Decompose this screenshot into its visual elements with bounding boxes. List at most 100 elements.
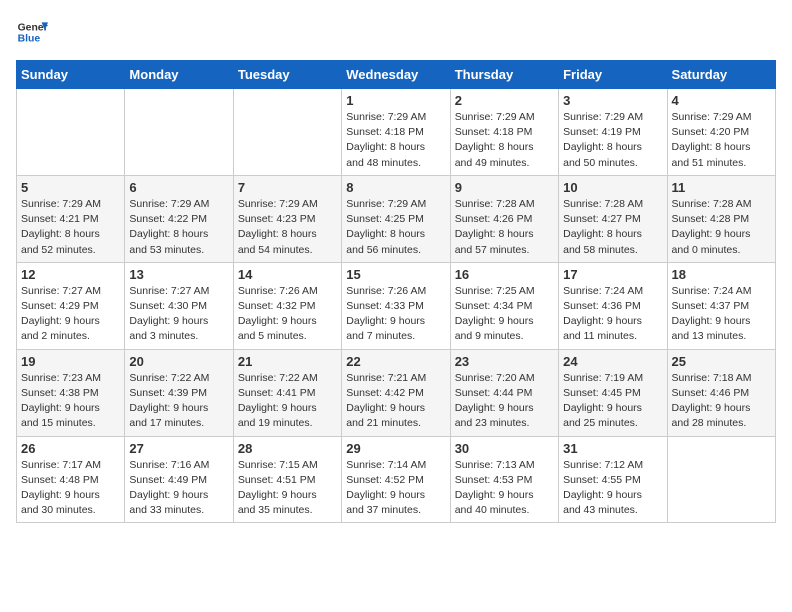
- calendar-cell: 31 Sunrise: 7:12 AM Sunset: 4:55 PM Dayli…: [559, 436, 667, 523]
- day-info: Sunrise: 7:28 AM Sunset: 4:26 PM Dayligh…: [455, 197, 554, 258]
- day-info: Sunrise: 7:23 AM Sunset: 4:38 PM Dayligh…: [21, 371, 120, 432]
- day-number: 16: [455, 267, 554, 282]
- day-number: 14: [238, 267, 337, 282]
- logo: General Blue: [16, 16, 48, 48]
- calendar-cell: 7 Sunrise: 7:29 AM Sunset: 4:23 PM Daylig…: [233, 175, 341, 262]
- weekday-header-thursday: Thursday: [450, 61, 558, 89]
- day-number: 24: [563, 354, 662, 369]
- day-info: Sunrise: 7:28 AM Sunset: 4:27 PM Dayligh…: [563, 197, 662, 258]
- logo-icon: General Blue: [16, 16, 48, 48]
- day-number: 8: [346, 180, 445, 195]
- page-header: General Blue: [16, 16, 776, 48]
- calendar-cell: 5 Sunrise: 7:29 AM Sunset: 4:21 PM Daylig…: [17, 175, 125, 262]
- day-number: 13: [129, 267, 228, 282]
- calendar-cell: 26 Sunrise: 7:17 AM Sunset: 4:48 PM Dayli…: [17, 436, 125, 523]
- day-number: 2: [455, 93, 554, 108]
- day-number: 11: [672, 180, 771, 195]
- calendar-cell: 22 Sunrise: 7:21 AM Sunset: 4:42 PM Dayli…: [342, 349, 450, 436]
- day-number: 6: [129, 180, 228, 195]
- calendar-cell: 2 Sunrise: 7:29 AM Sunset: 4:18 PM Daylig…: [450, 89, 558, 176]
- day-number: 25: [672, 354, 771, 369]
- day-info: Sunrise: 7:29 AM Sunset: 4:23 PM Dayligh…: [238, 197, 337, 258]
- day-number: 22: [346, 354, 445, 369]
- day-info: Sunrise: 7:27 AM Sunset: 4:30 PM Dayligh…: [129, 284, 228, 345]
- day-number: 19: [21, 354, 120, 369]
- day-info: Sunrise: 7:25 AM Sunset: 4:34 PM Dayligh…: [455, 284, 554, 345]
- weekday-header-wednesday: Wednesday: [342, 61, 450, 89]
- calendar-cell: 16 Sunrise: 7:25 AM Sunset: 4:34 PM Dayli…: [450, 262, 558, 349]
- day-info: Sunrise: 7:29 AM Sunset: 4:19 PM Dayligh…: [563, 110, 662, 171]
- calendar-cell: [17, 89, 125, 176]
- day-info: Sunrise: 7:29 AM Sunset: 4:25 PM Dayligh…: [346, 197, 445, 258]
- weekday-header-tuesday: Tuesday: [233, 61, 341, 89]
- day-number: 31: [563, 441, 662, 456]
- day-number: 28: [238, 441, 337, 456]
- day-info: Sunrise: 7:14 AM Sunset: 4:52 PM Dayligh…: [346, 458, 445, 519]
- day-info: Sunrise: 7:22 AM Sunset: 4:41 PM Dayligh…: [238, 371, 337, 432]
- svg-text:Blue: Blue: [18, 34, 41, 45]
- weekday-header-friday: Friday: [559, 61, 667, 89]
- calendar-cell: 19 Sunrise: 7:23 AM Sunset: 4:38 PM Dayli…: [17, 349, 125, 436]
- weekday-header-monday: Monday: [125, 61, 233, 89]
- day-number: 12: [21, 267, 120, 282]
- day-info: Sunrise: 7:15 AM Sunset: 4:51 PM Dayligh…: [238, 458, 337, 519]
- day-info: Sunrise: 7:18 AM Sunset: 4:46 PM Dayligh…: [672, 371, 771, 432]
- weekday-header-sunday: Sunday: [17, 61, 125, 89]
- calendar-table: SundayMondayTuesdayWednesdayThursdayFrid…: [16, 60, 776, 523]
- calendar-cell: [667, 436, 775, 523]
- day-info: Sunrise: 7:28 AM Sunset: 4:28 PM Dayligh…: [672, 197, 771, 258]
- day-info: Sunrise: 7:24 AM Sunset: 4:36 PM Dayligh…: [563, 284, 662, 345]
- day-info: Sunrise: 7:29 AM Sunset: 4:22 PM Dayligh…: [129, 197, 228, 258]
- calendar-cell: 28 Sunrise: 7:15 AM Sunset: 4:51 PM Dayli…: [233, 436, 341, 523]
- calendar-cell: 25 Sunrise: 7:18 AM Sunset: 4:46 PM Dayli…: [667, 349, 775, 436]
- day-info: Sunrise: 7:29 AM Sunset: 4:21 PM Dayligh…: [21, 197, 120, 258]
- day-number: 1: [346, 93, 445, 108]
- day-number: 21: [238, 354, 337, 369]
- day-info: Sunrise: 7:21 AM Sunset: 4:42 PM Dayligh…: [346, 371, 445, 432]
- day-number: 20: [129, 354, 228, 369]
- calendar-cell: 3Sunrise: 7:29 AM Sunset: 4:19 PM Daylig…: [559, 89, 667, 176]
- day-number: 18: [672, 267, 771, 282]
- calendar-cell: 13 Sunrise: 7:27 AM Sunset: 4:30 PM Dayli…: [125, 262, 233, 349]
- calendar-cell: 20 Sunrise: 7:22 AM Sunset: 4:39 PM Dayli…: [125, 349, 233, 436]
- calendar-cell: 15 Sunrise: 7:26 AM Sunset: 4:33 PM Dayli…: [342, 262, 450, 349]
- day-number: 17: [563, 267, 662, 282]
- day-info: Sunrise: 7:19 AM Sunset: 4:45 PM Dayligh…: [563, 371, 662, 432]
- day-number: 29: [346, 441, 445, 456]
- day-info: Sunrise: 7:22 AM Sunset: 4:39 PM Dayligh…: [129, 371, 228, 432]
- calendar-cell: 24 Sunrise: 7:19 AM Sunset: 4:45 PM Dayli…: [559, 349, 667, 436]
- day-info: Sunrise: 7:29 AM Sunset: 4:18 PM Dayligh…: [455, 110, 554, 171]
- day-info: Sunrise: 7:13 AM Sunset: 4:53 PM Dayligh…: [455, 458, 554, 519]
- day-info: Sunrise: 7:16 AM Sunset: 4:49 PM Dayligh…: [129, 458, 228, 519]
- day-info: Sunrise: 7:17 AM Sunset: 4:48 PM Dayligh…: [21, 458, 120, 519]
- calendar-cell: 9 Sunrise: 7:28 AM Sunset: 4:26 PM Daylig…: [450, 175, 558, 262]
- day-info: Sunrise: 7:12 AM Sunset: 4:55 PM Dayligh…: [563, 458, 662, 519]
- calendar-cell: 6 Sunrise: 7:29 AM Sunset: 4:22 PM Daylig…: [125, 175, 233, 262]
- day-number: 30: [455, 441, 554, 456]
- day-number: 26: [21, 441, 120, 456]
- day-info: Sunrise: 7:24 AM Sunset: 4:37 PM Dayligh…: [672, 284, 771, 345]
- day-number: 4: [672, 93, 771, 108]
- calendar-cell: [233, 89, 341, 176]
- calendar-cell: 4 Sunrise: 7:29 AM Sunset: 4:20 PM Daylig…: [667, 89, 775, 176]
- calendar-cell: 11 Sunrise: 7:28 AM Sunset: 4:28 PM Dayli…: [667, 175, 775, 262]
- day-info: Sunrise: 7:26 AM Sunset: 4:32 PM Dayligh…: [238, 284, 337, 345]
- calendar-cell: 23Sunrise: 7:20 AM Sunset: 4:44 PM Dayli…: [450, 349, 558, 436]
- calendar-cell: 18 Sunrise: 7:24 AM Sunset: 4:37 PM Dayli…: [667, 262, 775, 349]
- calendar-cell: 8 Sunrise: 7:29 AM Sunset: 4:25 PM Daylig…: [342, 175, 450, 262]
- calendar-cell: 1Sunrise: 7:29 AM Sunset: 4:18 PM Daylig…: [342, 89, 450, 176]
- day-number: 7: [238, 180, 337, 195]
- day-info: Sunrise: 7:26 AM Sunset: 4:33 PM Dayligh…: [346, 284, 445, 345]
- day-info: Sunrise: 7:20 AM Sunset: 4:44 PM Dayligh…: [455, 371, 554, 432]
- calendar-cell: 10Sunrise: 7:28 AM Sunset: 4:27 PM Dayli…: [559, 175, 667, 262]
- day-number: 9: [455, 180, 554, 195]
- calendar-cell: 14 Sunrise: 7:26 AM Sunset: 4:32 PM Dayli…: [233, 262, 341, 349]
- day-info: Sunrise: 7:29 AM Sunset: 4:20 PM Dayligh…: [672, 110, 771, 171]
- calendar-cell: [125, 89, 233, 176]
- calendar-cell: 21 Sunrise: 7:22 AM Sunset: 4:41 PM Dayli…: [233, 349, 341, 436]
- calendar-cell: 17 Sunrise: 7:24 AM Sunset: 4:36 PM Dayli…: [559, 262, 667, 349]
- day-number: 15: [346, 267, 445, 282]
- day-number: 5: [21, 180, 120, 195]
- day-info: Sunrise: 7:27 AM Sunset: 4:29 PM Dayligh…: [21, 284, 120, 345]
- calendar-cell: 12 Sunrise: 7:27 AM Sunset: 4:29 PM Dayli…: [17, 262, 125, 349]
